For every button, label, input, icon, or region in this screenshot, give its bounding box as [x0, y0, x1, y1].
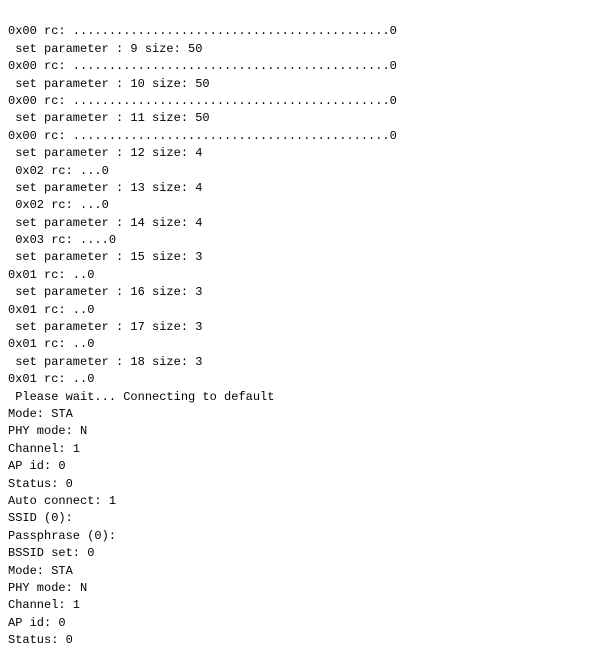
terminal-line: Auto connect: 1: [8, 493, 600, 510]
terminal-line: Status: 0: [8, 632, 600, 649]
terminal-line: Mode: STA: [8, 563, 600, 580]
terminal-line: set parameter : 12 size: 4: [8, 145, 600, 162]
terminal-line: Passphrase (0):: [8, 528, 600, 545]
terminal-line: 0x02 rc: ...0: [8, 163, 600, 180]
terminal-line: Status: 0: [8, 476, 600, 493]
terminal-line: 0x00 rc: ...............................…: [8, 93, 600, 110]
terminal-line: set parameter : 10 size: 50: [8, 76, 600, 93]
terminal-line: 0x01 rc: ..0: [8, 371, 600, 388]
terminal-line: 0x02 rc: ...0: [8, 197, 600, 214]
terminal-line: Please wait... Connecting to default: [8, 389, 600, 406]
terminal-line: 0x00 rc: ...............................…: [8, 23, 600, 40]
terminal-line: 0x01 rc: ..0: [8, 267, 600, 284]
terminal-line: 0x01 rc: ..0: [8, 336, 600, 353]
terminal-line: AP id: 0: [8, 615, 600, 632]
terminal-line: set parameter : 11 size: 50: [8, 110, 600, 127]
terminal-line: set parameter : 9 size: 50: [8, 41, 600, 58]
terminal-line: set parameter : 14 size: 4: [8, 215, 600, 232]
terminal-line: Channel: 1: [8, 441, 600, 458]
terminal-line: BSSID set: 0: [8, 545, 600, 562]
terminal-line: AP id: 0: [8, 458, 600, 475]
terminal-line: 0x01 rc: ..0: [8, 302, 600, 319]
terminal-output: 0x00 rc: ...............................…: [0, 0, 608, 655]
terminal-line: set parameter : 13 size: 4: [8, 180, 600, 197]
terminal-line: Mode: STA: [8, 406, 600, 423]
terminal-line: set parameter : 17 size: 3: [8, 319, 600, 336]
terminal-line: set parameter : 15 size: 3: [8, 249, 600, 266]
terminal-line: SSID (0):: [8, 510, 600, 527]
terminal-line: PHY mode: N: [8, 580, 600, 597]
terminal-line: PHY mode: N: [8, 423, 600, 440]
terminal-line: set parameter : 16 size: 3: [8, 284, 600, 301]
terminal-line: 0x03 rc: ....0: [8, 232, 600, 249]
terminal-line: 0x00 rc: ...............................…: [8, 58, 600, 75]
terminal-line: 0x00 rc: ...............................…: [8, 128, 600, 145]
terminal-line: set parameter : 18 size: 3: [8, 354, 600, 371]
